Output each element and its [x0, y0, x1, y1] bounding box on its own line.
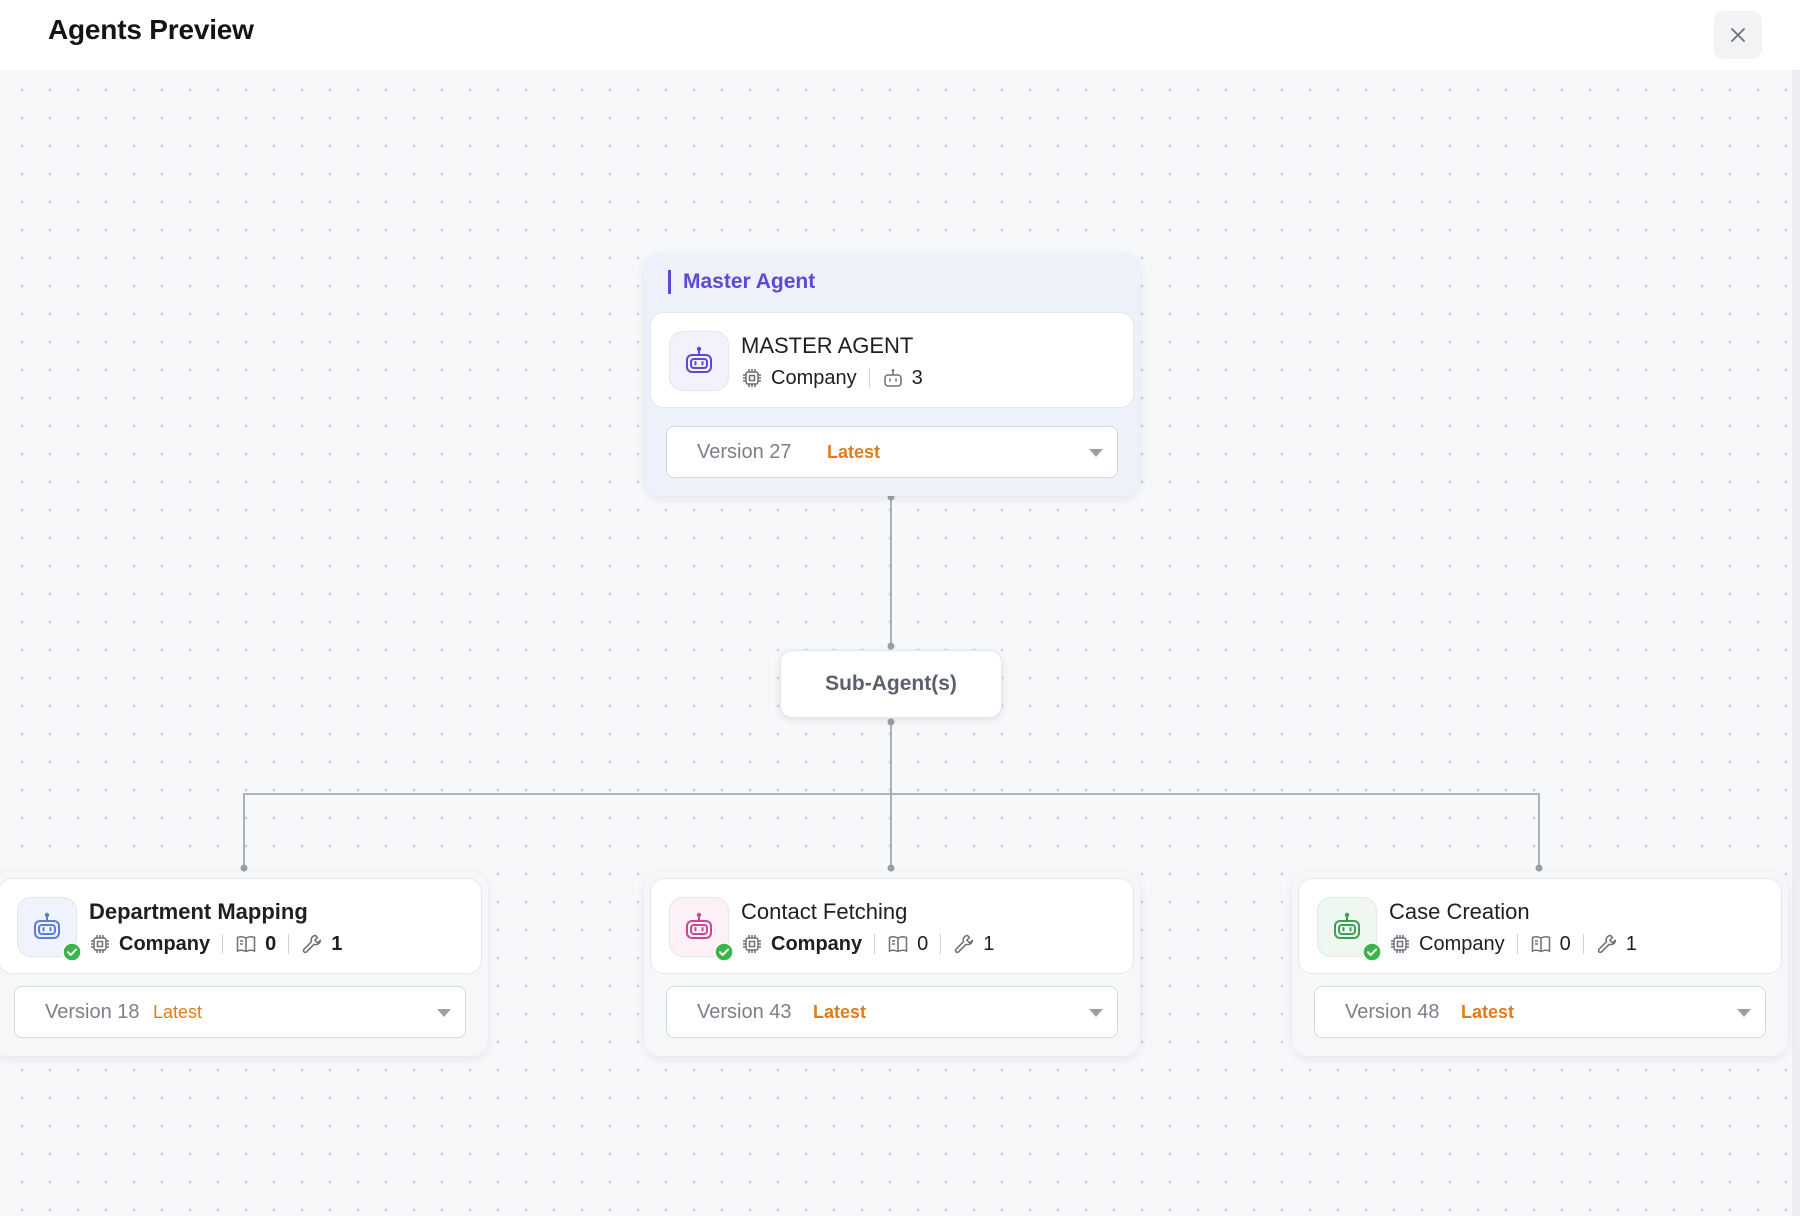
sub-agent-card[interactable]: Department Mapping Company 0 1 [0, 878, 482, 974]
agent-meta: Company 0 1 [89, 931, 342, 957]
meta-divider [940, 934, 942, 954]
sub-agent-group-case-creation: Case Creation Company 0 1 Version 48 Lat… [1292, 872, 1788, 1056]
tools-count: 1 [983, 932, 995, 955]
chip-icon [741, 367, 763, 389]
verified-check-icon [62, 942, 82, 962]
book-icon [235, 933, 257, 955]
master-agent-group-label: Master Agent [668, 270, 815, 294]
tools-count: 1 [331, 932, 343, 955]
verified-check-icon [1362, 942, 1382, 962]
meta-divider [874, 934, 876, 954]
meta-divider [222, 934, 224, 954]
robot-icon [686, 912, 712, 939]
knowledge-count: 0 [1559, 932, 1571, 955]
robot-icon [1334, 912, 1360, 939]
agent-avatar [669, 331, 729, 391]
wrench-icon [953, 933, 975, 955]
verified-check-icon [714, 942, 734, 962]
master-version-select[interactable]: Version 27 Latest [666, 426, 1118, 478]
agent-meta: Company 0 1 [741, 931, 994, 957]
meta-divider [1582, 934, 1584, 954]
sub-agent-count: 3 [911, 366, 923, 389]
agent-meta: Company 0 1 [1389, 931, 1637, 957]
robot-count-icon [882, 367, 904, 389]
agent-avatar [1317, 897, 1382, 962]
chip-icon [1389, 933, 1411, 955]
version-select[interactable]: Version 18 Latest [14, 986, 466, 1038]
meta-divider [1516, 934, 1518, 954]
chevron-down-icon [1737, 1009, 1751, 1017]
robot-icon [34, 912, 60, 939]
chevron-down-icon [1089, 449, 1103, 457]
sub-agents-node[interactable]: Sub-Agent(s) [780, 650, 1002, 718]
close-icon [1731, 28, 1745, 42]
tools-count: 1 [1625, 932, 1637, 955]
version-select[interactable]: Version 43 Latest [666, 986, 1118, 1038]
wrench-icon [1596, 933, 1618, 955]
sub-agent-card[interactable]: Case Creation Company 0 1 [1298, 878, 1782, 974]
agent-name: Case Creation [1389, 899, 1530, 924]
version-label: Version 48 [1345, 1001, 1440, 1023]
version-select[interactable]: Version 48 Latest [1314, 986, 1766, 1038]
version-label: Version 18 [45, 1001, 140, 1023]
canvas-scrollbar[interactable] [1792, 70, 1800, 1216]
book-icon [1530, 933, 1552, 955]
wrench-icon [301, 933, 323, 955]
latest-badge: Latest [153, 1002, 203, 1022]
close-button[interactable] [1714, 11, 1762, 59]
latest-badge: Latest [1461, 1002, 1515, 1022]
agent-name: Contact Fetching [741, 899, 908, 924]
latest-badge: Latest [813, 1002, 867, 1022]
sub-agent-group-contact-fetching: Contact Fetching Company 0 1 Version 43 … [644, 872, 1140, 1056]
agent-scope: Company [119, 932, 211, 955]
agent-scope: Company [771, 366, 857, 389]
master-agent-group: Master Agent MASTER AGENT Company 3 Vers… [644, 252, 1140, 496]
meta-divider [868, 368, 870, 388]
agent-avatar [17, 897, 82, 962]
agent-avatar [669, 897, 734, 962]
agent-meta: Company 3 [741, 365, 923, 391]
version-label: Version 27 [697, 441, 792, 463]
robot-icon [686, 346, 712, 373]
version-label: Version 43 [697, 1001, 792, 1023]
agent-name: MASTER AGENT [741, 333, 914, 358]
chip-icon [741, 933, 763, 955]
agent-scope: Company [1419, 932, 1505, 955]
chevron-down-icon [437, 1009, 451, 1017]
chip-icon [89, 933, 111, 955]
sub-agent-card[interactable]: Contact Fetching Company 0 1 [650, 878, 1134, 974]
knowledge-count: 0 [265, 932, 277, 955]
latest-badge: Latest [827, 442, 881, 462]
master-agent-card[interactable]: MASTER AGENT Company 3 [650, 312, 1134, 408]
chevron-down-icon [1089, 1009, 1103, 1017]
knowledge-count: 0 [917, 932, 929, 955]
sub-agent-group-department-mapping: Department Mapping Company 0 1 Version 1… [0, 872, 488, 1056]
agent-scope: Company [771, 932, 863, 955]
book-icon [887, 933, 909, 955]
agent-name: Department Mapping [89, 899, 308, 924]
modal-header: Agents Preview [0, 0, 1800, 70]
page-title: Agents Preview [48, 14, 254, 45]
meta-divider [288, 934, 290, 954]
